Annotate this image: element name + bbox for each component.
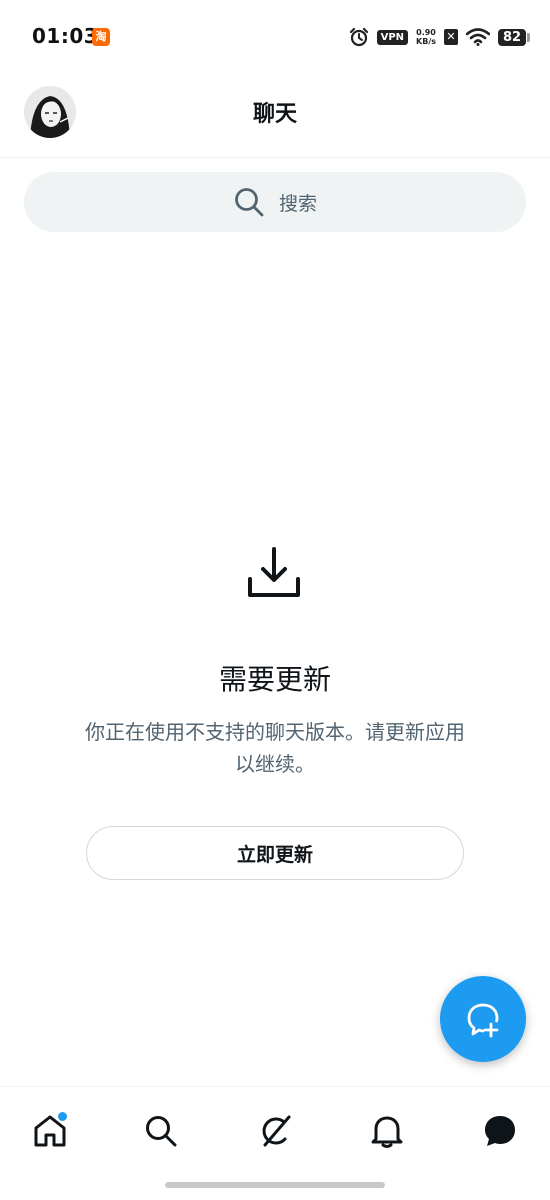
status-time: 01:03 [32, 24, 99, 48]
nav-notifications[interactable] [365, 1109, 409, 1153]
new-message-button[interactable] [440, 976, 526, 1062]
no-sim-icon: ✕ [444, 29, 458, 45]
wifi-icon [466, 28, 490, 46]
nav-grok[interactable] [253, 1109, 297, 1153]
home-notification-dot [57, 1111, 68, 1122]
search-icon [235, 188, 264, 217]
speed-value: 0.90 [416, 28, 436, 37]
nav-search[interactable] [139, 1109, 183, 1153]
battery-indicator: 82 [498, 28, 530, 46]
search-icon [146, 1116, 177, 1147]
nav-home[interactable] [28, 1109, 72, 1153]
download-icon [248, 547, 300, 597]
search-placeholder: 搜索 [278, 192, 317, 215]
update-now-button[interactable]: 立即更新 [86, 826, 464, 880]
nav-messages[interactable] [478, 1109, 522, 1153]
grok-icon [262, 1115, 291, 1147]
status-bar: 01:03 淘 VPN 0.90 KB/s ✕ 82 [0, 0, 550, 72]
alarm-icon [349, 27, 368, 47]
battery-tip [527, 32, 530, 42]
battery-level: 82 [498, 28, 526, 46]
taobao-notification-icon: 淘 [92, 28, 110, 46]
vpn-badge: VPN [376, 29, 409, 45]
page-title: 聊天 [252, 102, 297, 127]
update-required-description: 你正在使用不支持的聊天版本。请更新应用以继续。 [85, 720, 465, 776]
speed-unit: KB/s [416, 37, 436, 46]
top-header: 聊天 [0, 72, 550, 158]
network-speed: 0.90 KB/s [416, 28, 436, 46]
new-chat-icon [467, 1003, 499, 1038]
update-required-title: 需要更新 [218, 663, 331, 696]
home-indicator[interactable] [165, 1182, 385, 1188]
bell-icon [371, 1116, 403, 1148]
messages-icon [485, 1116, 515, 1146]
search-input[interactable]: 搜索 [24, 172, 526, 232]
status-icons: VPN 0.90 KB/s ✕ 82 [349, 24, 530, 50]
